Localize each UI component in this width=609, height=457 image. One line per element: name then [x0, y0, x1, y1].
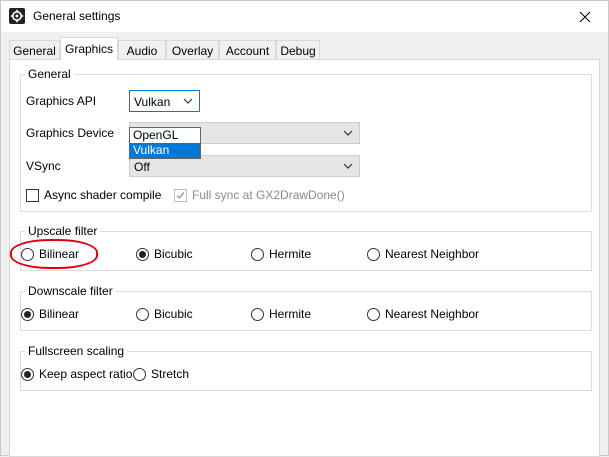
- radio-dot: [367, 247, 380, 261]
- radio-dot: [367, 307, 380, 321]
- tab-account[interactable]: Account: [219, 40, 276, 59]
- radio-dot: [251, 247, 264, 261]
- tab-general[interactable]: General: [9, 40, 60, 59]
- tab-audio[interactable]: Audio: [118, 40, 166, 59]
- tab-overlay[interactable]: Overlay: [166, 40, 219, 59]
- graphics-api-label: Graphics API: [26, 94, 97, 108]
- radio-label: Nearest Neighbor: [385, 307, 480, 321]
- group-title-general: General: [25, 67, 74, 81]
- tab-debug[interactable]: Debug: [276, 40, 320, 59]
- graphics-api-value: Vulkan: [134, 95, 171, 109]
- downscale-radio-hermite[interactable]: Hermite: [251, 307, 311, 321]
- dropdown-option-opengl[interactable]: OpenGL: [130, 128, 200, 143]
- radio-label: Bicubic: [154, 307, 193, 321]
- settings-window: General settings General Graphics Audio …: [0, 0, 609, 457]
- radio-dot: [136, 247, 149, 261]
- checkmark-icon: [176, 191, 185, 199]
- downscale-radio-bicubic[interactable]: Bicubic: [136, 307, 193, 321]
- upscale-radio-nearest-neighbor[interactable]: Nearest Neighbor: [367, 247, 479, 261]
- vsync-label: VSync: [26, 159, 61, 173]
- group-title-fullscreen: Fullscreen scaling: [25, 344, 128, 358]
- graphics-api-select[interactable]: Vulkan: [129, 90, 200, 112]
- radio-label: Bicubic: [154, 247, 193, 261]
- chevron-down-icon: [343, 163, 353, 169]
- radio-label: Bilinear: [39, 247, 80, 261]
- chevron-down-icon: [183, 98, 193, 104]
- radio-dot: [133, 367, 146, 381]
- graphics-panel: General Graphics API Vulkan OpenGL Vulka…: [9, 59, 600, 457]
- fullscreen-radio-keep-aspect[interactable]: Keep aspect ratio: [21, 367, 132, 381]
- upscale-radio-hermite[interactable]: Hermite: [251, 247, 311, 261]
- checkbox-box: [174, 188, 187, 202]
- window-title: General settings: [33, 9, 121, 23]
- gear-icon: [9, 8, 25, 24]
- full-sync-checkbox[interactable]: Full sync at GX2DrawDone(): [174, 188, 345, 202]
- radio-dot: [21, 307, 34, 321]
- graphics-api-dropdown: OpenGL Vulkan: [129, 127, 201, 159]
- downscale-radio-nearest-neighbor[interactable]: Nearest Neighbor: [367, 307, 479, 321]
- dropdown-option-vulkan[interactable]: Vulkan: [130, 143, 200, 158]
- radio-label: Nearest Neighbor: [385, 247, 480, 261]
- vsync-value: Off: [134, 160, 150, 174]
- downscale-radio-bilinear[interactable]: Bilinear: [21, 307, 79, 321]
- close-icon: [579, 11, 591, 22]
- upscale-radio-bicubic[interactable]: Bicubic: [136, 247, 193, 261]
- radio-dot: [21, 367, 34, 381]
- general-group: General Graphics API Vulkan OpenGL Vulka…: [20, 67, 592, 212]
- radio-label: Hermite: [269, 247, 312, 261]
- downscale-filter-group: Downscale filter Bilinear Bicubic Hermit…: [20, 284, 592, 331]
- fullscreen-scaling-group: Fullscreen scaling Keep aspect ratio Str…: [20, 344, 592, 391]
- fullscreen-radio-stretch[interactable]: Stretch: [133, 367, 189, 381]
- title-bar: General settings: [1, 1, 608, 32]
- radio-dot: [21, 247, 34, 261]
- upscale-filter-group: Upscale filter Bilinear Bicubic Hermite …: [20, 224, 592, 271]
- close-button[interactable]: [562, 1, 608, 32]
- radio-label: Keep aspect ratio: [39, 367, 133, 381]
- radio-label: Stretch: [151, 367, 190, 381]
- graphics-device-label: Graphics Device: [26, 126, 115, 140]
- upscale-radio-bilinear[interactable]: Bilinear: [21, 247, 79, 261]
- full-sync-label: Full sync at GX2DrawDone(): [192, 188, 345, 202]
- group-title-upscale: Upscale filter: [25, 224, 101, 238]
- tab-graphics[interactable]: Graphics: [60, 37, 118, 60]
- async-shader-checkbox[interactable]: Async shader compile: [26, 188, 161, 202]
- radio-dot: [251, 307, 264, 321]
- group-title-downscale: Downscale filter: [25, 284, 116, 298]
- chevron-down-icon: [343, 130, 353, 136]
- radio-label: Hermite: [269, 307, 312, 321]
- checkbox-box: [26, 188, 39, 202]
- radio-label: Bilinear: [39, 307, 80, 321]
- radio-dot: [136, 307, 149, 321]
- async-shader-label: Async shader compile: [44, 188, 162, 202]
